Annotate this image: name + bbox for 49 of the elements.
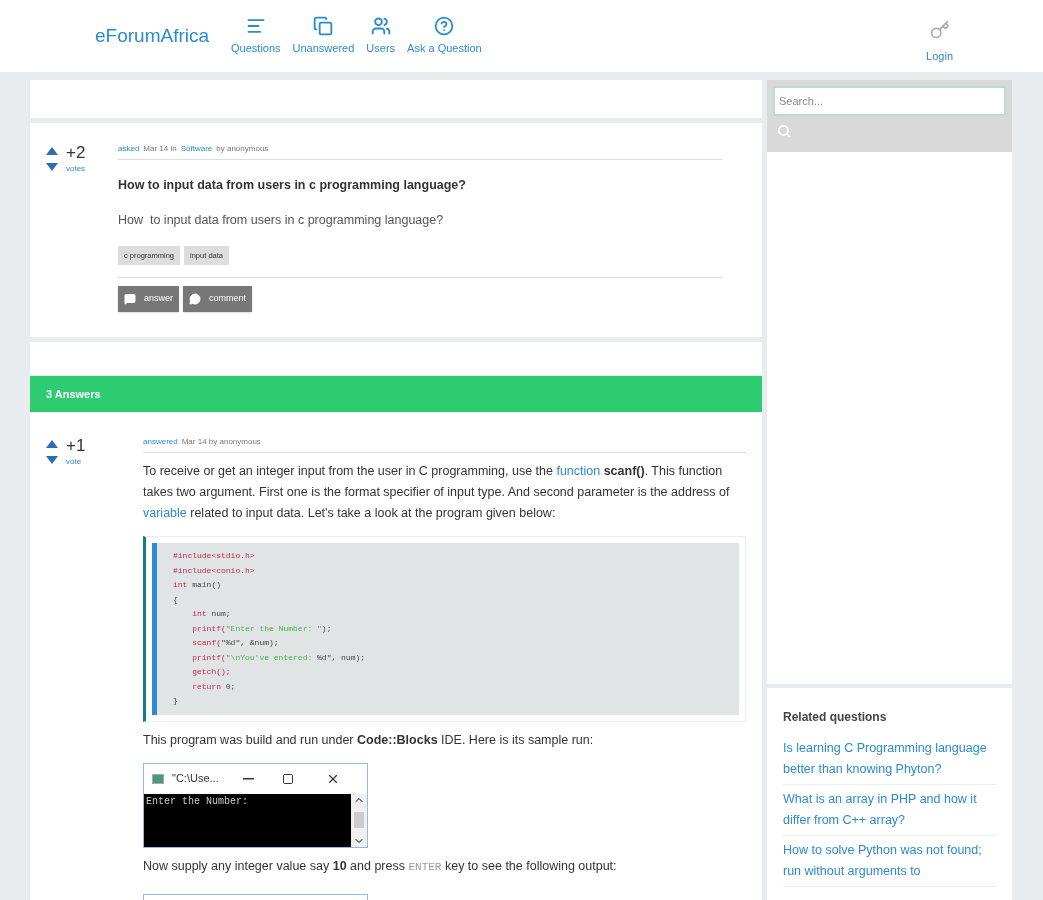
scrollbar-thumb[interactable] (354, 812, 364, 828)
related-question-link[interactable]: Is learning C Programming language better than knowing Phyton? (783, 734, 996, 785)
related-question-link[interactable]: What is an array in PHP and how it differ from C++ array? (783, 785, 996, 836)
meta-text: by anonymous (216, 143, 269, 155)
upvote-icon[interactable] (46, 440, 58, 448)
login-link[interactable]: Login (926, 19, 953, 65)
meta-link[interactable]: Software (180, 143, 213, 155)
question-title: How to input data from users in c programming language? (118, 177, 467, 194)
answer-paragraph: This program was build and run under Code::Blocks IDE. Here is its sample run: (143, 731, 595, 749)
console-app-icon (152, 773, 164, 784)
nav-icon (434, 15, 455, 36)
meta-text: Mar 14 in (143, 143, 177, 155)
maximize-icon (282, 772, 294, 785)
minimize-icon (243, 777, 254, 780)
upvote-icon[interactable] (46, 147, 58, 155)
nav-icon (370, 15, 391, 36)
answers-heading: 3 Answers (30, 376, 762, 412)
meta-link[interactable]: answered (143, 436, 178, 448)
downvote-icon[interactable] (46, 163, 58, 171)
speech-bubble-icon (124, 292, 136, 305)
console-output: Enter the Number: (144, 793, 351, 847)
related-question-link[interactable]: How to solve Python was not found; run without arguments to (783, 836, 996, 887)
vote-count: +2 (66, 143, 86, 163)
question-body: How to input data from users in c programming language? (118, 211, 445, 229)
downvote-icon[interactable] (46, 456, 58, 464)
vote-label: votes (66, 163, 86, 175)
action-button[interactable]: comment (183, 285, 253, 312)
answer-paragraph: To receive or get an integer input from the user in C programming, use the function scanf(). This function takes two argument. First one is the format specifier of input type. And second parameter is the address of variable related to input data. Let's take a look at the program given below: (143, 463, 731, 522)
nav-link[interactable]: Ask a Question (405, 15, 484, 57)
related-heading: Related questions (783, 709, 888, 726)
meta-text: Mar 14 by anonymous (181, 436, 261, 448)
nav-link[interactable]: Users (364, 15, 398, 57)
nav-icon (313, 15, 334, 36)
search-field[interactable]: Search... (773, 86, 1006, 116)
text-link[interactable]: variable (143, 506, 187, 520)
key-icon (929, 19, 950, 40)
code-block: #include<stdio.h> #include<conio.h> int main() { int num; printf("Enter the Number: "); scanf("%d", &num); printf("\nYou've entered: %d", num); getch(); return 0; } (152, 543, 739, 715)
text-link[interactable]: function (556, 464, 601, 478)
speech-bubble-icon (189, 292, 201, 305)
nav-link[interactable]: Questions (229, 15, 283, 57)
console-title: "C:\Use... (172, 771, 220, 787)
nav-link[interactable]: Unanswered (290, 15, 357, 57)
meta-link[interactable]: asked (118, 143, 140, 155)
vote-label: vote (66, 456, 83, 468)
answer-paragraph: Now supply any integer value say 10 and press ENTER key to see the following output: (143, 857, 618, 875)
vote-count: +1 (66, 436, 86, 456)
action-button[interactable]: answer (118, 285, 179, 312)
search-icon (777, 124, 791, 138)
site-logo[interactable]: eForumAfrica (95, 21, 210, 51)
